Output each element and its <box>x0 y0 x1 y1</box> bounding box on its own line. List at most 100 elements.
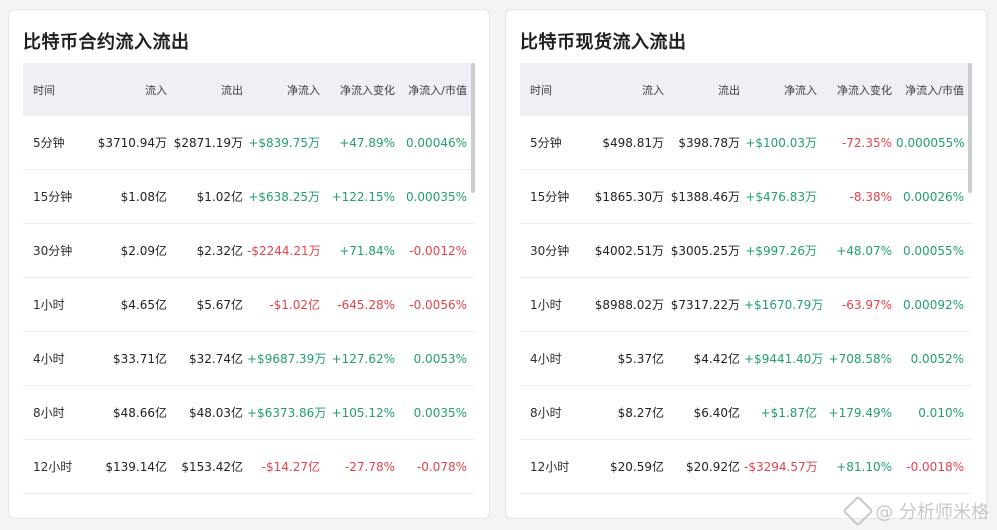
net-ratio-cell: 0.00055% <box>902 243 964 258</box>
spot-table-body: 5分钟 $498.81万 $398.78万 +$100.03万 -72.35% 0.000… <box>520 116 972 494</box>
inflow-cell: $139.14亿 <box>105 460 167 474</box>
inflow-cell: $4002.51万 <box>594 244 664 258</box>
net-ratio-cell: 0.00026% <box>902 189 964 204</box>
header-net-inflow[interactable]: 净流入 <box>247 82 324 98</box>
net-ratio-cell: 0.0052% <box>910 351 964 366</box>
contract-flow-table: 时间 流入 流出 净流入 净流入变化 净流入/市值 5分钟 $3710.94万 $2… <box>23 63 475 518</box>
table-row[interactable]: 30分钟 $2.09亿 $2.32亿 -$2244.21万 +71.84% -0.0012… <box>23 224 475 278</box>
outflow-cell: $7317.22万 <box>670 298 740 312</box>
table-row[interactable]: 15分钟 $1865.30万 $1388.46万 +$476.83万 -8.38% 0.0… <box>520 170 972 224</box>
inflow-cell: $33.71亿 <box>113 352 167 366</box>
outflow-cell: $153.42亿 <box>181 460 243 474</box>
net-change-cell: -645.28% <box>337 297 395 312</box>
net-change-cell: -8.38% <box>849 189 892 204</box>
net-change-cell: +105.12% <box>331 405 395 420</box>
net-change-cell: +179.49% <box>828 405 892 420</box>
contract-table-scrollbar[interactable] <box>471 63 475 193</box>
table-row[interactable]: 4小时 $33.71亿 $32.74亿 +$9687.39万 +127.62% 0.005… <box>23 332 475 386</box>
net-inflow-cell: +$476.83万 <box>745 190 817 204</box>
header-net-change[interactable]: 净流入变化 <box>821 82 896 98</box>
header-net-change[interactable]: 净流入变化 <box>324 82 399 98</box>
outflow-cell: $2.32亿 <box>196 244 243 258</box>
net-change-cell: -27.78% <box>344 459 395 474</box>
table-row[interactable]: 1小时 $4.65亿 $5.67亿 -$1.02亿 -645.28% -0.0056% <box>23 278 475 332</box>
time-cell: 1小时 <box>530 298 562 312</box>
net-change-cell: +48.07% <box>836 243 892 258</box>
time-cell: 12小时 <box>33 460 73 474</box>
net-inflow-cell: -$14.27亿 <box>261 460 320 474</box>
net-change-cell: +47.89% <box>339 135 395 150</box>
spot-table-scrollbar[interactable] <box>968 63 972 193</box>
time-cell: 8小时 <box>530 406 562 420</box>
net-inflow-cell: -$3294.57万 <box>744 460 818 474</box>
header-net-ratio[interactable]: 净流入/市值 <box>896 82 966 98</box>
table-row[interactable]: 8小时 $48.66亿 $48.03亿 +$6373.86万 +105.12% 0.003… <box>23 386 475 440</box>
outflow-cell: $3005.25万 <box>670 244 740 258</box>
header-time: 时间 <box>530 83 552 97</box>
net-ratio-cell: 0.010% <box>918 405 964 420</box>
outflow-cell: $1388.46万 <box>670 190 740 204</box>
time-cell: 8小时 <box>33 406 65 420</box>
contract-table-header: 时间 流入 流出 净流入 净流入变化 净流入/市值 <box>23 63 475 116</box>
net-inflow-cell: +$9441.40万 <box>744 352 824 366</box>
inflow-cell: $1865.30万 <box>594 190 664 204</box>
inflow-cell: $498.81万 <box>602 136 664 150</box>
net-inflow-cell: +$9687.39万 <box>247 352 327 366</box>
net-ratio-cell: -0.0012% <box>409 243 467 258</box>
outflow-cell: $4.42亿 <box>693 352 740 366</box>
net-inflow-cell: +$997.26万 <box>745 244 817 258</box>
net-change-cell: +81.10% <box>836 459 892 474</box>
table-row[interactable]: 30分钟 $4002.51万 $3005.25万 +$997.26万 +48.07% 0.… <box>520 224 972 278</box>
net-ratio-cell: 0.000055% <box>896 135 965 150</box>
net-ratio-cell: -0.078% <box>416 459 467 474</box>
net-inflow-cell: +$100.03万 <box>745 136 817 150</box>
inflow-cell: $3710.94万 <box>97 136 167 150</box>
table-row[interactable]: 8小时 $8.27亿 $6.40亿 +$1.87亿 +179.49% 0.010% <box>520 386 972 440</box>
net-change-cell: -63.97% <box>841 297 892 312</box>
header-inflow[interactable]: 流入 <box>95 82 171 98</box>
net-ratio-cell: 0.0035% <box>413 405 467 420</box>
diamond-logo-icon <box>842 495 874 527</box>
net-ratio-cell: -0.0056% <box>409 297 467 312</box>
time-cell: 12小时 <box>530 460 570 474</box>
contract-table-body: 5分钟 $3710.94万 $2871.19万 +$839.75万 +47.89% 0.0… <box>23 116 475 494</box>
spot-table-header: 时间 流入 流出 净流入 净流入变化 净流入/市值 <box>520 63 972 116</box>
header-net-inflow[interactable]: 净流入 <box>744 82 821 98</box>
inflow-cell: $8.27亿 <box>617 406 664 420</box>
table-row[interactable]: 5分钟 $3710.94万 $2871.19万 +$839.75万 +47.89% 0.0… <box>23 116 475 170</box>
header-net-ratio[interactable]: 净流入/市值 <box>399 82 469 98</box>
time-cell: 4小时 <box>530 352 562 366</box>
time-cell: 1小时 <box>33 298 65 312</box>
time-cell: 15分钟 <box>530 190 570 204</box>
table-row[interactable]: 15分钟 $1.08亿 $1.02亿 +$638.25万 +122.15% 0.00035… <box>23 170 475 224</box>
time-cell: 30分钟 <box>33 244 73 258</box>
table-row[interactable]: 1小时 $8988.02万 $7317.22万 +$1670.79万 -63.97% 0.… <box>520 278 972 332</box>
contract-flow-panel: 比特币合约流入流出 时间 流入 流出 净流入 净流入变化 净流入/市值 5分钟 $… <box>8 9 490 519</box>
inflow-cell: $1.08亿 <box>120 190 167 204</box>
net-change-cell: +127.62% <box>331 351 395 366</box>
table-row[interactable]: 4小时 $5.37亿 $4.42亿 +$9441.40万 +708.58% 0.0052% <box>520 332 972 386</box>
header-outflow[interactable]: 流出 <box>668 82 744 98</box>
net-ratio-cell: -0.0018% <box>906 459 964 474</box>
outflow-cell: $398.78万 <box>678 136 740 150</box>
header-inflow[interactable]: 流入 <box>592 82 668 98</box>
spot-panel-title: 比特币现货流入流出 <box>520 32 687 53</box>
time-cell: 4小时 <box>33 352 65 366</box>
outflow-cell: $6.40亿 <box>693 406 740 420</box>
inflow-cell: $20.59亿 <box>610 460 664 474</box>
inflow-cell: $2.09亿 <box>120 244 167 258</box>
net-change-cell: -72.35% <box>841 135 892 150</box>
table-row[interactable]: 5分钟 $498.81万 $398.78万 +$100.03万 -72.35% 0.000… <box>520 116 972 170</box>
outflow-cell: $32.74亿 <box>189 352 243 366</box>
outflow-cell: $20.92亿 <box>686 460 740 474</box>
net-change-cell: +71.84% <box>339 243 395 258</box>
header-outflow[interactable]: 流出 <box>171 82 247 98</box>
table-row[interactable]: 12小时 $139.14亿 $153.42亿 -$14.27亿 -27.78% -0.07… <box>23 440 475 494</box>
outflow-cell: $5.67亿 <box>196 298 243 312</box>
net-inflow-cell: -$2244.21万 <box>247 244 321 258</box>
table-row[interactable]: 12小时 $20.59亿 $20.92亿 -$3294.57万 +81.10% -0.00… <box>520 440 972 494</box>
spot-flow-panel: 比特币现货流入流出 时间 流入 流出 净流入 净流入变化 净流入/市值 5分钟 $… <box>505 9 987 519</box>
spot-flow-table: 时间 流入 流出 净流入 净流入变化 净流入/市值 5分钟 $498.81万 $39… <box>520 63 972 518</box>
contract-panel-title: 比特币合约流入流出 <box>23 32 190 53</box>
net-inflow-cell: +$638.25万 <box>248 190 320 204</box>
